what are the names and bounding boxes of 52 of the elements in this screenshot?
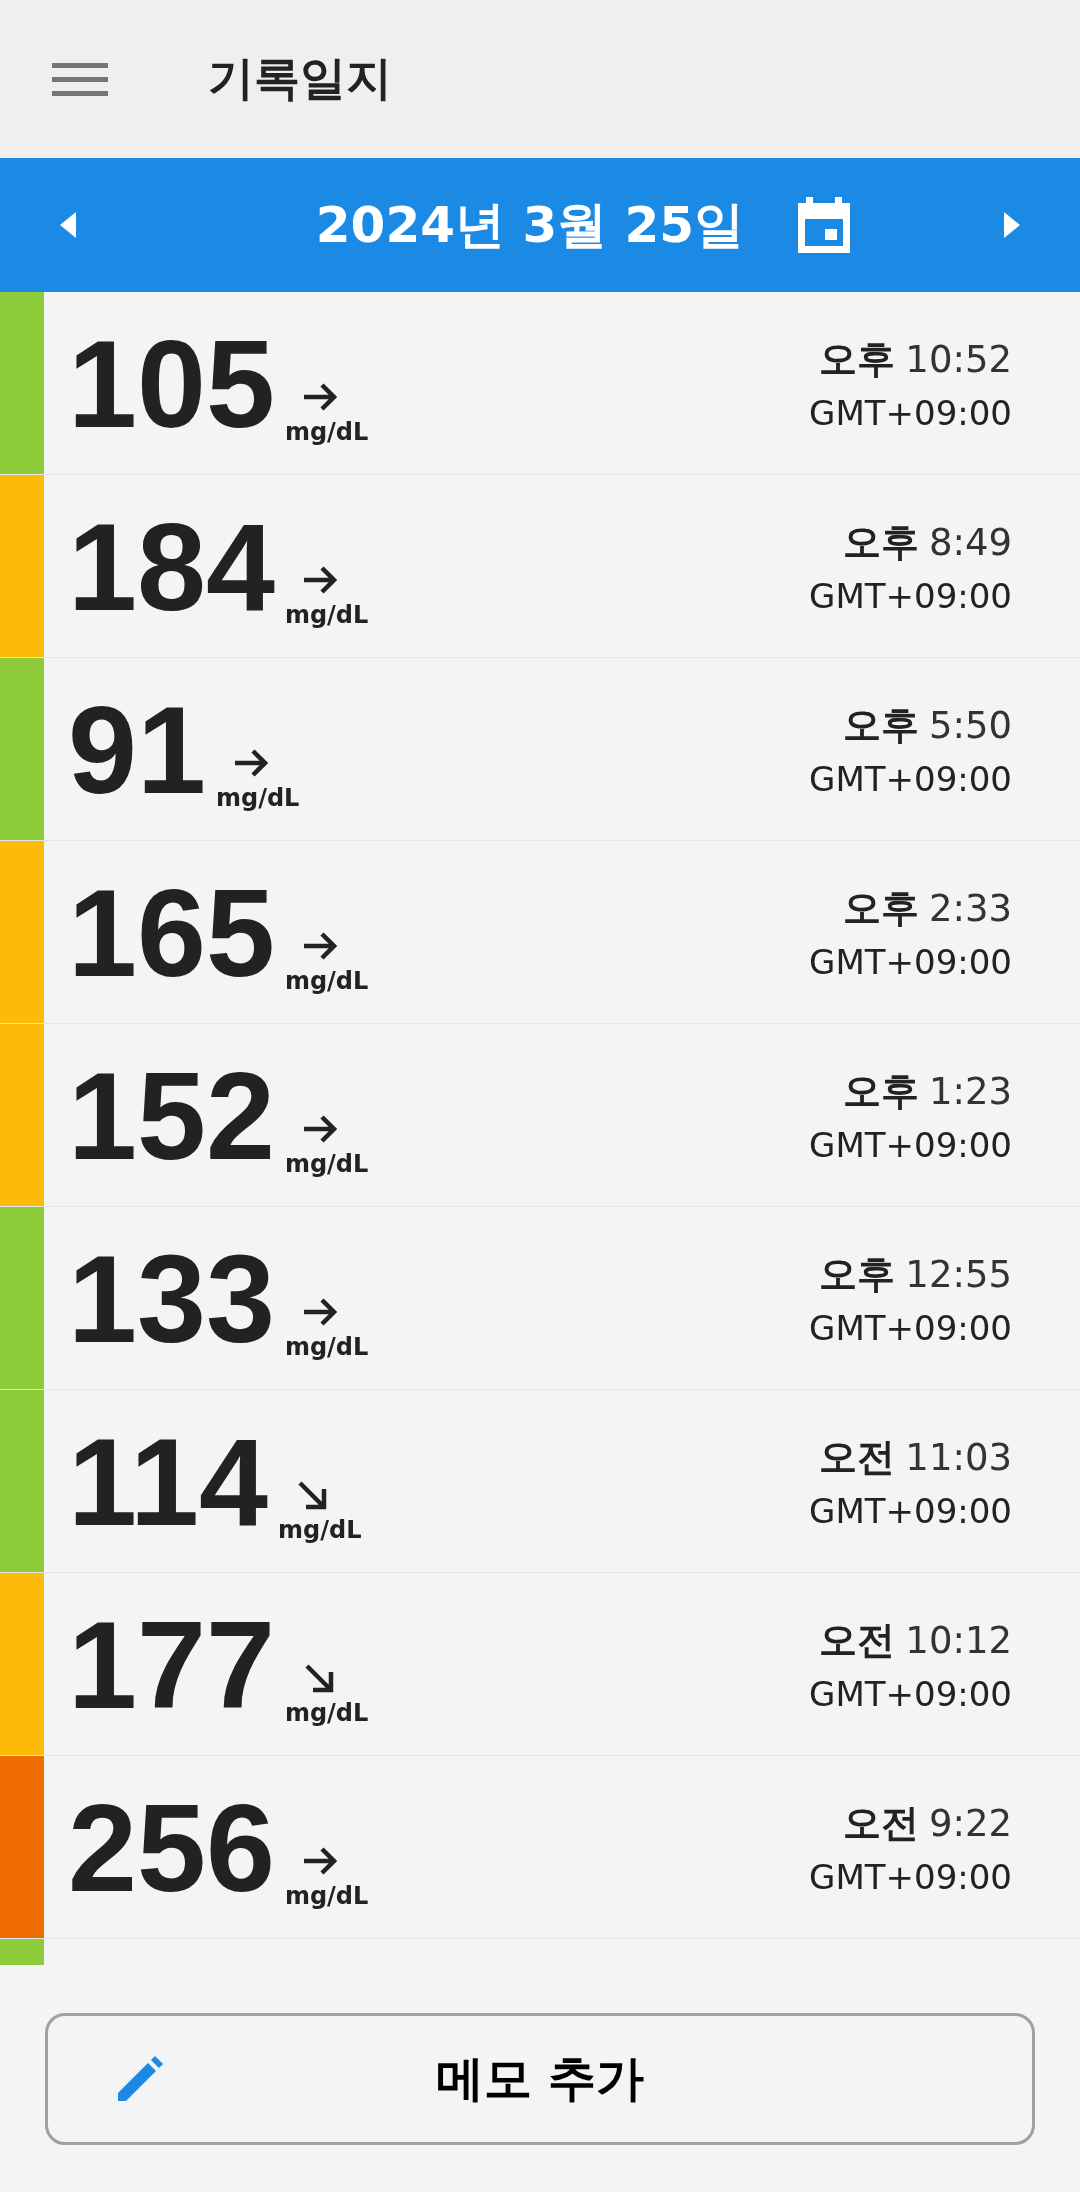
unit-label: mg/dL (284, 1150, 369, 1178)
time-label: 5:50 (928, 703, 1012, 747)
timezone-label: GMT+09:00 (809, 1124, 1012, 1165)
glucose-value: 152 (68, 1054, 275, 1178)
timezone-label: GMT+09:00 (809, 392, 1012, 433)
glucose-value: 133 (68, 1237, 275, 1361)
unit-label: mg/dL (284, 601, 369, 629)
time-label: 9:22 (928, 1801, 1012, 1845)
timezone-label: GMT+09:00 (809, 1673, 1012, 1714)
glucose-value: 184 (68, 505, 275, 629)
date-label: 2024년 3월 25일 (315, 194, 745, 256)
period-label: 오후 (842, 884, 919, 932)
timezone-label: GMT+09:00 (809, 758, 1012, 799)
unit-label: mg/dL (284, 967, 369, 995)
timezone-label: GMT+09:00 (809, 941, 1012, 982)
pencil-icon (116, 2055, 164, 2103)
unit-label: mg/dL (284, 1882, 369, 1910)
unit-label: mg/dL (284, 1333, 369, 1361)
unit-label: mg/dL (278, 1516, 362, 1544)
time-label: 8:49 (928, 520, 1012, 564)
period-label: 오전 (842, 1799, 919, 1847)
period-label: 오전 (819, 1433, 896, 1481)
next-day-icon[interactable] (1004, 212, 1020, 238)
period-label: 오후 (842, 701, 919, 749)
period-label: 오후 (819, 335, 896, 383)
glucose-value: 177 (68, 1603, 275, 1727)
unit-label: mg/dL (284, 1699, 369, 1727)
time-label: 1:23 (928, 1069, 1012, 1113)
timezone-label: GMT+09:00 (809, 1490, 1012, 1531)
glucose-value: 256 (68, 1786, 275, 1910)
timezone-label: GMT+09:00 (809, 1856, 1012, 1897)
previous-day-icon[interactable] (60, 212, 76, 238)
period-label: 오전 (819, 1616, 896, 1664)
time-label: 11:03 (905, 1435, 1012, 1479)
glucose-value: 165 (68, 871, 275, 995)
period-label: 오후 (842, 518, 919, 566)
glucose-value: 105 (68, 322, 275, 446)
menu-icon[interactable] (52, 61, 108, 97)
glucose-value: 91 (68, 688, 206, 812)
glucose-value: 114 (68, 1420, 269, 1544)
add-memo-button[interactable]: 메모 추가 (45, 2013, 1035, 2145)
time-label: 2:33 (928, 886, 1012, 930)
time-label: 12:55 (905, 1252, 1012, 1296)
timezone-label: GMT+09:00 (809, 575, 1012, 616)
unit-label: mg/dL (284, 418, 369, 446)
period-label: 오후 (819, 1250, 896, 1298)
time-label: 10:12 (905, 1618, 1012, 1662)
page-title: 기록일지 (208, 50, 392, 107)
timezone-label: GMT+09:00 (809, 1307, 1012, 1348)
unit-label: mg/dL (215, 784, 300, 812)
time-label: 10:52 (905, 337, 1012, 381)
period-label: 오후 (842, 1067, 919, 1115)
